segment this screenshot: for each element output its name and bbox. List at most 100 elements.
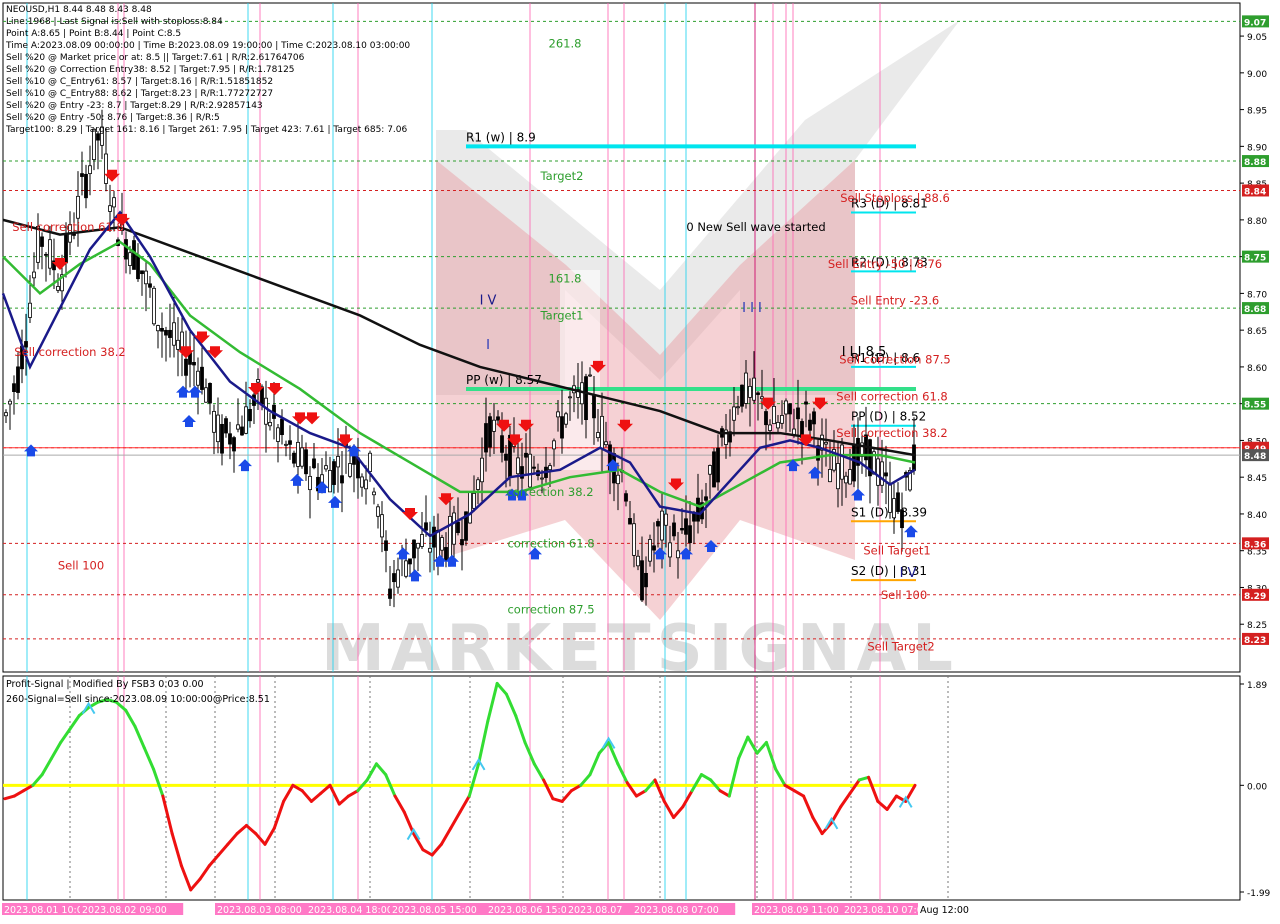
subwindow-title: Profit-Signal | Modified By FSB3 0.03 0.… bbox=[6, 679, 204, 690]
candle-body bbox=[712, 451, 716, 488]
y-tick-label: 9.05 bbox=[1247, 33, 1267, 43]
candle-body bbox=[652, 545, 656, 551]
candle-body bbox=[528, 453, 532, 488]
candle-body bbox=[768, 424, 772, 431]
chart-annotation: Sell Target1 bbox=[863, 544, 930, 558]
candle-body bbox=[888, 483, 892, 513]
candle-body bbox=[784, 400, 788, 415]
sub-y-tick-label: 0.00 bbox=[1247, 782, 1267, 792]
candle-body bbox=[136, 254, 140, 280]
candle-body bbox=[292, 452, 296, 464]
candle-body bbox=[488, 416, 492, 448]
candle-body bbox=[564, 413, 568, 425]
chart-annotation: Target2 bbox=[540, 169, 584, 183]
candle-body bbox=[772, 405, 776, 425]
candle-body bbox=[588, 374, 592, 377]
chart-annotation: Sell Entry -23.6 bbox=[851, 294, 939, 308]
y-tick-label: 8.60 bbox=[1247, 364, 1267, 374]
candle-body bbox=[808, 419, 812, 431]
candle-body bbox=[568, 396, 572, 399]
candle-body bbox=[412, 539, 416, 559]
candle-body bbox=[368, 452, 372, 472]
chart-window[interactable]: MARKETSIGNAL R1 (w) | 8.9 PP (w) | 8.57 R3… bbox=[0, 0, 1280, 920]
candle-body bbox=[288, 440, 292, 445]
candle-body bbox=[796, 407, 800, 420]
candle-body bbox=[280, 418, 284, 436]
candle-body bbox=[212, 411, 216, 433]
candle-body bbox=[556, 411, 560, 418]
candle-body bbox=[632, 523, 636, 556]
candle-body bbox=[648, 539, 652, 562]
time-label: 2023.08.04 18:00 bbox=[308, 905, 393, 916]
candle-body bbox=[752, 377, 756, 401]
candle-body bbox=[684, 518, 688, 535]
candle-body bbox=[152, 287, 156, 325]
candle-body bbox=[732, 406, 736, 421]
candle-body bbox=[636, 555, 640, 567]
candle-body bbox=[912, 444, 916, 471]
chart-annotation: Sell correction 38.2 bbox=[836, 426, 947, 440]
candle-body bbox=[132, 240, 136, 270]
candle-body bbox=[756, 392, 760, 395]
time-label: Aug 12:00 bbox=[920, 905, 969, 916]
candle-body bbox=[240, 426, 244, 436]
chart-annotation: 161.8 bbox=[549, 272, 582, 286]
candle-body bbox=[184, 358, 188, 376]
chart-annotation: I V bbox=[900, 566, 917, 581]
candle-body bbox=[664, 513, 668, 526]
chart-annotation: correction 61.8 bbox=[507, 536, 594, 550]
candle-body bbox=[204, 387, 208, 403]
chart-annotation: I V bbox=[480, 294, 497, 309]
candle-body bbox=[828, 469, 832, 483]
candle-body bbox=[44, 253, 48, 256]
candle-body bbox=[148, 283, 152, 288]
candle-body bbox=[328, 469, 332, 493]
candle-body bbox=[128, 252, 132, 266]
chart-annotation: I I I bbox=[742, 301, 762, 316]
y-tick-label: 8.90 bbox=[1247, 143, 1267, 153]
candle-body bbox=[476, 479, 480, 490]
candle-body bbox=[680, 528, 684, 531]
candle-body bbox=[220, 423, 224, 454]
candle-body bbox=[780, 415, 784, 424]
candle-body bbox=[440, 537, 444, 551]
candle-body bbox=[436, 529, 440, 559]
candle-body bbox=[348, 463, 352, 477]
chart-annotation: correction 38.2 bbox=[506, 485, 593, 499]
time-label: 2023.08.07 bbox=[568, 905, 622, 916]
chart-annotation: Sell correction 61.8 bbox=[836, 389, 947, 403]
subwindow-info: Profit-Signal | Modified By FSB3 0.03 0.… bbox=[6, 677, 270, 707]
candle-body bbox=[460, 539, 464, 546]
candle-body bbox=[192, 361, 196, 366]
candle-body bbox=[532, 466, 536, 469]
candle-body bbox=[480, 457, 484, 483]
candle-body bbox=[172, 322, 176, 346]
pivot-level-label: R1 (w) | 8.9 bbox=[466, 130, 536, 144]
candle-body bbox=[12, 383, 16, 392]
candle-body bbox=[200, 366, 204, 390]
candle-body bbox=[640, 560, 644, 601]
y-tick-label: 8.40 bbox=[1247, 511, 1267, 521]
candle-body bbox=[896, 492, 900, 512]
candle-body bbox=[812, 411, 816, 425]
chart-annotation: 0 New Sell wave started bbox=[686, 220, 825, 234]
chart-canvas[interactable]: MARKETSIGNAL R1 (w) | 8.9PP (w) | 8.57R3… bbox=[0, 0, 1280, 920]
price-tag-label: 8.68 bbox=[1244, 305, 1266, 315]
time-axis[interactable]: 2023.08.01 10:002023.08.02 09:00 2023.08.… bbox=[2, 903, 978, 916]
candle-body bbox=[644, 572, 648, 588]
candle-body bbox=[504, 453, 508, 461]
candle-body bbox=[616, 474, 620, 485]
candle-body bbox=[92, 128, 96, 160]
candle-body bbox=[376, 506, 380, 517]
pivot-level-label: PP (D) | 8.52 bbox=[851, 410, 926, 424]
candle-body bbox=[160, 328, 164, 332]
candle-body bbox=[764, 411, 768, 426]
price-tag-label: 8.29 bbox=[1244, 592, 1266, 602]
candle-body bbox=[276, 427, 280, 442]
candle-body bbox=[156, 325, 160, 332]
candle-body bbox=[844, 475, 848, 484]
candle-body bbox=[672, 522, 676, 537]
candle-body bbox=[748, 385, 752, 398]
candle-body bbox=[176, 339, 180, 350]
chart-annotation: Sell 100 bbox=[58, 558, 104, 572]
